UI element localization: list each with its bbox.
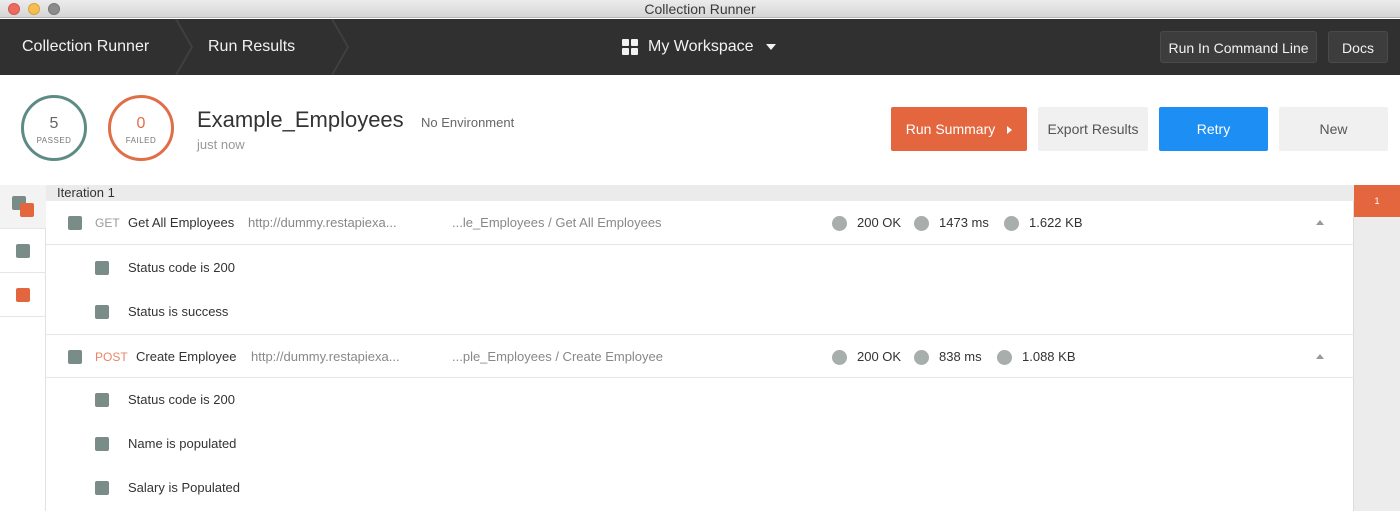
environment-label: No Environment bbox=[421, 115, 515, 130]
request-name[interactable]: Get All Employees bbox=[128, 201, 234, 245]
breadcrumb-separator-icon bbox=[174, 18, 196, 76]
response-time: 1473 ms bbox=[914, 201, 989, 245]
response-status: 200 OK bbox=[832, 201, 901, 245]
clock-icon bbox=[914, 349, 929, 365]
passed-label: PASSED bbox=[36, 136, 72, 145]
response-status-value: 200 OK bbox=[857, 215, 902, 230]
request-url: http://dummy.restapiexa... bbox=[251, 349, 400, 364]
test-name: Name is populated bbox=[128, 436, 237, 451]
test-name: Salary is Populated bbox=[128, 480, 241, 495]
all-results-icon bbox=[20, 203, 34, 217]
breadcrumb-run-results[interactable]: Run Results bbox=[208, 19, 295, 75]
test-result-row: Status code is 200 bbox=[46, 378, 1354, 422]
test-result-row: Name is populated bbox=[46, 422, 1354, 466]
request-name[interactable]: Create Employee bbox=[136, 335, 236, 379]
response-size: 1.088 KB bbox=[997, 335, 1076, 379]
passed-count-badge: 5 PASSED bbox=[21, 95, 87, 161]
response-size: 1.622 KB bbox=[1004, 201, 1083, 245]
filter-passed-tab[interactable] bbox=[0, 229, 46, 273]
passed-filter-icon bbox=[16, 244, 30, 258]
test-name: Status code is 200 bbox=[128, 392, 235, 407]
docs-button[interactable]: Docs bbox=[1328, 31, 1388, 63]
test-name: Status code is 200 bbox=[128, 260, 235, 275]
results-list: Iteration 1 GET Get All Employees http:/… bbox=[46, 185, 1354, 511]
breadcrumb-separator-icon bbox=[330, 18, 352, 76]
run-timestamp: just now bbox=[197, 137, 245, 152]
request-status-icon bbox=[68, 350, 82, 364]
iteration-sidebar: 1 bbox=[1354, 185, 1400, 511]
collection-title: Example_Employees bbox=[197, 107, 404, 132]
response-status: 200 OK bbox=[832, 335, 901, 379]
run-summary-label: Run Summary bbox=[905, 121, 996, 137]
status-icon bbox=[832, 349, 847, 365]
clock-icon bbox=[914, 215, 929, 231]
request-method: POST bbox=[95, 350, 128, 364]
failed-count-badge: 0 FAILED bbox=[108, 95, 174, 161]
request-method: GET bbox=[95, 216, 120, 230]
run-in-command-line-button[interactable]: Run In Command Line bbox=[1160, 31, 1317, 63]
request-url: http://dummy.restapiexa... bbox=[248, 215, 397, 230]
window-title: Collection Runner bbox=[644, 1, 756, 17]
iteration-marker[interactable]: 1 bbox=[1354, 185, 1400, 217]
test-result-row: Status is success bbox=[46, 290, 1354, 334]
request-row-get-all-employees[interactable]: GET Get All Employees http://dummy.resta… bbox=[46, 201, 1354, 245]
response-time-value: 838 ms bbox=[939, 349, 982, 364]
run-summary-header: 5 PASSED 0 FAILED Example_Employees No E… bbox=[0, 75, 1400, 185]
collapse-icon[interactable] bbox=[1316, 354, 1324, 359]
response-time: 838 ms bbox=[914, 335, 982, 379]
request-status-icon bbox=[68, 216, 82, 230]
breadcrumb-collection-runner[interactable]: Collection Runner bbox=[22, 19, 149, 75]
workspace-name: My Workspace bbox=[648, 38, 754, 55]
response-status-value: 200 OK bbox=[857, 349, 902, 364]
failed-count: 0 bbox=[136, 115, 146, 132]
new-button[interactable]: New bbox=[1279, 107, 1388, 151]
filter-failed-tab[interactable] bbox=[0, 273, 46, 317]
request-path: ...le_Employees / Get All Employees bbox=[452, 215, 662, 230]
test-result-row: Salary is Populated bbox=[46, 466, 1354, 510]
result-filter-rail bbox=[0, 185, 46, 511]
run-summary-button[interactable]: Run Summary bbox=[891, 107, 1027, 151]
response-time-value: 1473 ms bbox=[939, 215, 989, 230]
test-result-row: Status code is 200 bbox=[46, 246, 1354, 290]
failed-label: FAILED bbox=[125, 136, 157, 145]
collapse-icon[interactable] bbox=[1316, 220, 1324, 225]
size-icon bbox=[1004, 215, 1019, 231]
top-navigation: Collection Runner Run Results My Workspa… bbox=[0, 18, 1400, 76]
filter-all-tab[interactable] bbox=[0, 185, 46, 229]
request-path: ...ple_Employees / Create Employee bbox=[452, 349, 663, 364]
size-icon bbox=[997, 349, 1012, 365]
window-titlebar: Collection Runner bbox=[0, 0, 1400, 18]
test-pass-icon bbox=[95, 393, 109, 407]
test-name: Status is success bbox=[128, 304, 229, 319]
test-pass-icon bbox=[95, 437, 109, 451]
chevron-down-icon bbox=[765, 44, 776, 50]
export-results-button[interactable]: Export Results bbox=[1038, 107, 1148, 151]
test-pass-icon bbox=[95, 305, 109, 319]
failed-filter-icon bbox=[16, 288, 30, 302]
test-pass-icon bbox=[95, 481, 109, 495]
response-size-value: 1.622 KB bbox=[1029, 215, 1083, 230]
passed-count: 5 bbox=[49, 115, 59, 132]
test-pass-icon bbox=[95, 261, 109, 275]
status-icon bbox=[832, 215, 847, 231]
workspace-switcher[interactable]: My Workspace bbox=[622, 19, 776, 75]
caret-right-icon bbox=[1007, 126, 1013, 135]
request-row-create-employee[interactable]: POST Create Employee http://dummy.restap… bbox=[46, 334, 1354, 378]
iteration-header: Iteration 1 bbox=[46, 185, 1354, 201]
workspace-grid-icon bbox=[622, 39, 638, 55]
retry-button[interactable]: Retry bbox=[1159, 107, 1268, 151]
response-size-value: 1.088 KB bbox=[1022, 349, 1076, 364]
